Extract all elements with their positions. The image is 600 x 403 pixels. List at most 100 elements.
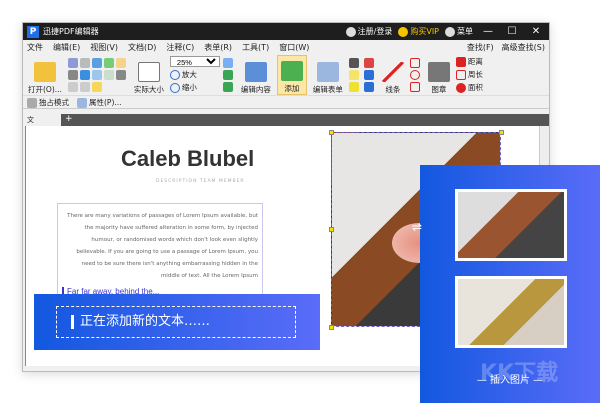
edit-content-label: 编辑内容	[240, 84, 271, 94]
body-text: There are many variations of passages of…	[67, 213, 258, 279]
menu-edit[interactable]: 编辑(E)	[53, 42, 80, 53]
menu-document[interactable]: 文档(D)	[128, 42, 156, 53]
select-icon[interactable]	[115, 69, 126, 80]
lines-button[interactable]: 线条	[379, 55, 407, 95]
new-text-box[interactable]: 正在添加新的文本……	[56, 306, 296, 338]
distance-button[interactable]: 距离	[455, 56, 483, 67]
email-icon[interactable]	[79, 57, 90, 68]
actual-size-label: 实际大小	[133, 84, 164, 94]
add-text-banner: 正在添加新的文本……	[34, 294, 320, 350]
rotate-left-icon[interactable]	[222, 69, 233, 80]
zoom-in-button[interactable]: 放大	[169, 69, 220, 80]
resize-handle[interactable]	[329, 227, 334, 232]
exclusive-mode-label: 独占模式	[39, 97, 69, 107]
zoom-in-label: 放大	[181, 70, 197, 79]
menu-form[interactable]: 表单(R)	[204, 42, 232, 53]
page-icon[interactable]	[79, 81, 90, 92]
menu-tools[interactable]: 工具(T)	[242, 42, 269, 53]
menu-file[interactable]: 文件	[27, 42, 43, 53]
measure-tools: 距离 周长 面积	[455, 56, 483, 93]
arrow-icon[interactable]	[409, 57, 420, 68]
menu-comment[interactable]: 注释(C)	[166, 42, 194, 53]
zoom-out-label: 缩小	[181, 83, 197, 92]
resize-handle[interactable]	[499, 130, 504, 135]
find-button[interactable]: 查找(F)	[467, 42, 494, 53]
menu-view[interactable]: 视图(V)	[90, 42, 118, 53]
zoom-out-icon	[169, 83, 180, 93]
login-button[interactable]: 注册/登录	[345, 26, 392, 37]
tab-document-1[interactable]: 文档-1×	[23, 114, 61, 134]
redo-icon[interactable]	[91, 69, 102, 80]
magnify-icon[interactable]	[222, 57, 233, 68]
swap-icon: ⇌	[412, 220, 423, 234]
note-icon[interactable]	[348, 81, 359, 92]
snapshot-icon[interactable]	[91, 81, 102, 92]
image-thumbnail-plant[interactable]	[455, 276, 567, 348]
crown-icon	[27, 97, 37, 108]
open-label: 打开(O)...	[28, 84, 62, 94]
secondary-toolbar: 独占模式 属性(P)...	[23, 96, 549, 109]
add-button[interactable]: 添加	[276, 54, 307, 95]
zoom-tools: 25% 放大 缩小	[169, 56, 220, 93]
stamp-icon	[427, 61, 450, 82]
perimeter-icon	[455, 70, 466, 80]
attachment-icon[interactable]	[363, 69, 374, 80]
vip-button[interactable]: 购买VIP	[398, 26, 439, 37]
file-tools	[67, 57, 128, 92]
form-icon	[316, 61, 339, 82]
edit-form-label: 编辑表单	[312, 84, 343, 94]
menu-window[interactable]: 窗口(W)	[279, 42, 309, 53]
annotation-tools	[348, 57, 361, 92]
properties-label: 属性(P)...	[89, 97, 122, 107]
back-icon[interactable]	[103, 57, 114, 68]
distance-label: 距离	[467, 57, 483, 66]
menu-button[interactable]: 菜单	[445, 26, 473, 37]
stamp-button[interactable]: 图章	[425, 55, 453, 95]
advanced-find-button[interactable]: 高级查找(S)	[502, 42, 545, 53]
image-thumbnail-flowers[interactable]	[455, 189, 567, 261]
properties-button[interactable]: 属性(P)...	[77, 97, 122, 108]
rotate-right-icon[interactable]	[222, 81, 233, 92]
hand-icon[interactable]	[115, 57, 126, 68]
actual-size-button[interactable]: 实际大小	[131, 55, 167, 95]
forward-icon[interactable]	[103, 69, 114, 80]
toolbar: 打开(O)... 实际大小 25% 放大 缩小 编辑内容 添加 编辑表单 线条 …	[23, 54, 549, 96]
text-field-icon[interactable]	[348, 57, 359, 68]
add-label: 添加	[284, 83, 300, 93]
strikeout-icon[interactable]	[363, 57, 374, 68]
menu-bar: 文件 编辑(E) 视图(V) 文档(D) 注释(C) 表单(R) 工具(T) 窗…	[23, 40, 549, 54]
exclusive-mode-button[interactable]: 独占模式	[27, 97, 69, 108]
resize-handle[interactable]	[329, 325, 334, 330]
text-block[interactable]: There are many variations of passages of…	[57, 203, 263, 303]
circle-icon[interactable]	[409, 69, 420, 80]
sound-icon[interactable]	[363, 81, 374, 92]
zoom-select[interactable]: 25%	[169, 56, 220, 67]
lines-label: 线条	[385, 84, 401, 94]
zoom-out-button[interactable]: 缩小	[169, 82, 220, 93]
area-button[interactable]: 面积	[455, 82, 483, 93]
zoom-in-icon	[169, 70, 180, 80]
document-description: DESCRIPTION TEAM MEMBER	[156, 179, 245, 184]
edit-form-button[interactable]: 编辑表单	[310, 55, 346, 95]
edit-content-button[interactable]: 编辑内容	[238, 55, 274, 95]
highlight-text-icon[interactable]	[348, 69, 359, 80]
annotation-tools-2	[363, 57, 376, 92]
perimeter-button[interactable]: 周长	[455, 69, 483, 80]
save-icon[interactable]	[67, 57, 78, 68]
maximize-button[interactable]: ☐	[503, 26, 521, 37]
document-name: Caleb Blubel	[121, 146, 255, 171]
rotate-tools	[222, 57, 235, 92]
edit-image-icon	[244, 61, 267, 82]
minimize-button[interactable]: —	[479, 26, 497, 37]
title-bar: P 迅捷PDF编辑器 注册/登录 购买VIP 菜单 — ☐ ✕	[23, 23, 549, 40]
open-button[interactable]: 打开(O)...	[25, 55, 65, 95]
undo-icon[interactable]	[91, 57, 102, 68]
resize-handle[interactable]	[329, 130, 334, 135]
print-icon[interactable]	[67, 69, 78, 80]
scan-icon[interactable]	[79, 69, 90, 80]
rectangle-icon[interactable]	[409, 81, 420, 92]
new-icon[interactable]	[67, 81, 78, 92]
add-tab-button[interactable]: +	[61, 114, 77, 126]
close-button[interactable]: ✕	[527, 26, 545, 37]
area-icon	[455, 83, 466, 93]
